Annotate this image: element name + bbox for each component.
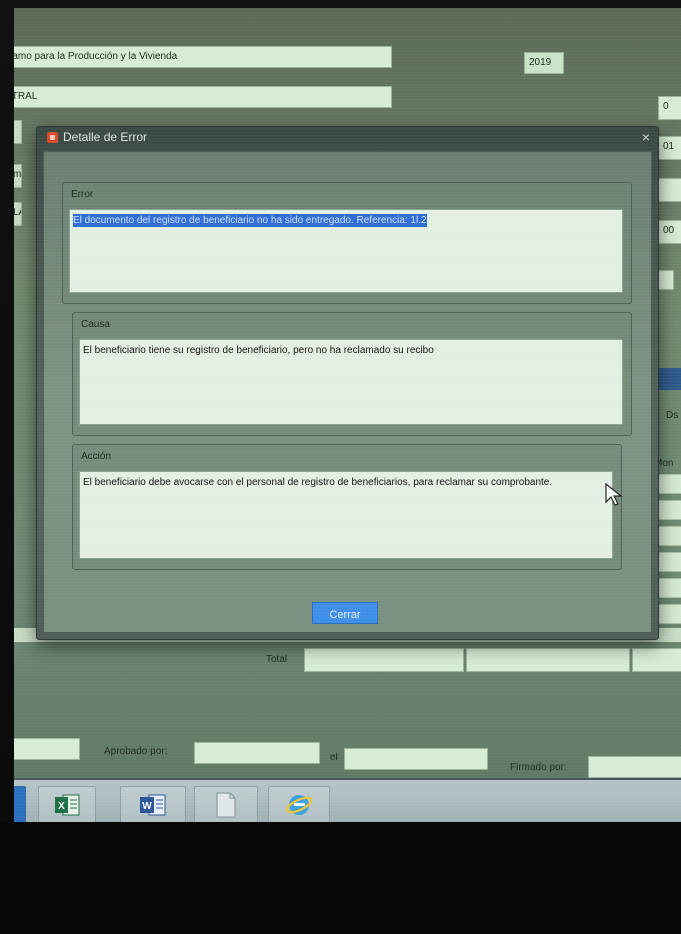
- total-field-3[interactable]: [632, 648, 681, 672]
- total-field-1[interactable]: [304, 648, 464, 672]
- right-field-1[interactable]: 0: [658, 96, 681, 120]
- right-field-2[interactable]: 01: [658, 136, 681, 160]
- total-field-2[interactable]: [466, 648, 630, 672]
- dialog-body: Error El documento del registro de benef…: [43, 151, 652, 633]
- cause-label: Causa: [81, 319, 110, 330]
- approved-by-field[interactable]: [194, 742, 320, 764]
- action-group: Acción El beneficiario debe avocarse con…: [72, 444, 622, 570]
- action-label: Acción: [81, 451, 112, 462]
- close-button[interactable]: Cerrar: [312, 602, 378, 624]
- dialog-title: Detalle de Error: [63, 130, 148, 144]
- dialog-titlebar[interactable]: Detalle de Error ×: [37, 127, 658, 149]
- left-field-3[interactable]: LA: [14, 202, 22, 226]
- signed-by-field[interactable]: [588, 756, 681, 778]
- svg-text:W: W: [142, 801, 152, 812]
- cause-text-box[interactable]: El beneficiario tiene su registro de ben…: [79, 339, 623, 425]
- right-field-3[interactable]: [658, 178, 681, 202]
- total-label: Total: [266, 654, 288, 665]
- cause-text: El beneficiario tiene su registro de ben…: [83, 345, 434, 356]
- region-field[interactable]: ITRAL: [14, 86, 392, 108]
- left-field-2[interactable]: m: [14, 164, 22, 188]
- app-icon: [47, 132, 58, 143]
- monitor-screen: ramo para la Producción y la Vivienda 20…: [14, 8, 681, 823]
- taskbar-item-document[interactable]: [194, 786, 258, 823]
- left-bottom-field[interactable]: [14, 738, 80, 760]
- signed-by-label: Firmado por:: [510, 762, 567, 773]
- error-group: Error El documento del registro de benef…: [62, 182, 632, 304]
- error-text-box[interactable]: El documento del registro de beneficiari…: [69, 209, 623, 293]
- monitor-bezel-bottom: [0, 822, 681, 934]
- taskbar-item-internet-explorer[interactable]: [268, 786, 330, 823]
- action-text: El beneficiario debe avocarse con el per…: [83, 477, 553, 488]
- approved-by-label: Aprobado por:: [104, 746, 168, 757]
- error-detail-dialog: Detalle de Error × Error El documento de…: [36, 126, 659, 640]
- taskbar-item-word[interactable]: W: [120, 786, 186, 823]
- column-header-ds: Ds: [666, 410, 679, 421]
- year-field[interactable]: 2019: [524, 52, 564, 74]
- taskbar-item-excel[interactable]: X: [38, 786, 96, 823]
- action-text-box[interactable]: El beneficiario debe avocarse con el per…: [79, 471, 613, 559]
- taskbar-item-start-edge[interactable]: [14, 786, 26, 823]
- on-label: el: [330, 752, 338, 763]
- svg-text:X: X: [58, 801, 65, 812]
- error-text: El documento del registro de beneficiari…: [73, 214, 427, 227]
- close-icon[interactable]: ×: [642, 129, 650, 145]
- excel-icon: X: [55, 794, 80, 816]
- program-name-field[interactable]: ramo para la Producción y la Vivienda: [14, 46, 392, 68]
- left-field-1[interactable]: [14, 120, 22, 144]
- taskbar: X W: [14, 778, 681, 823]
- mouse-cursor-icon: [605, 482, 623, 506]
- error-label: Error: [71, 189, 94, 200]
- date-field[interactable]: [344, 748, 488, 770]
- document-icon: [216, 792, 236, 818]
- right-field-4[interactable]: 00: [658, 220, 681, 244]
- word-icon: W: [140, 794, 166, 816]
- cause-group: Causa El beneficiario tiene su registro …: [72, 312, 632, 436]
- internet-explorer-icon: [285, 795, 313, 815]
